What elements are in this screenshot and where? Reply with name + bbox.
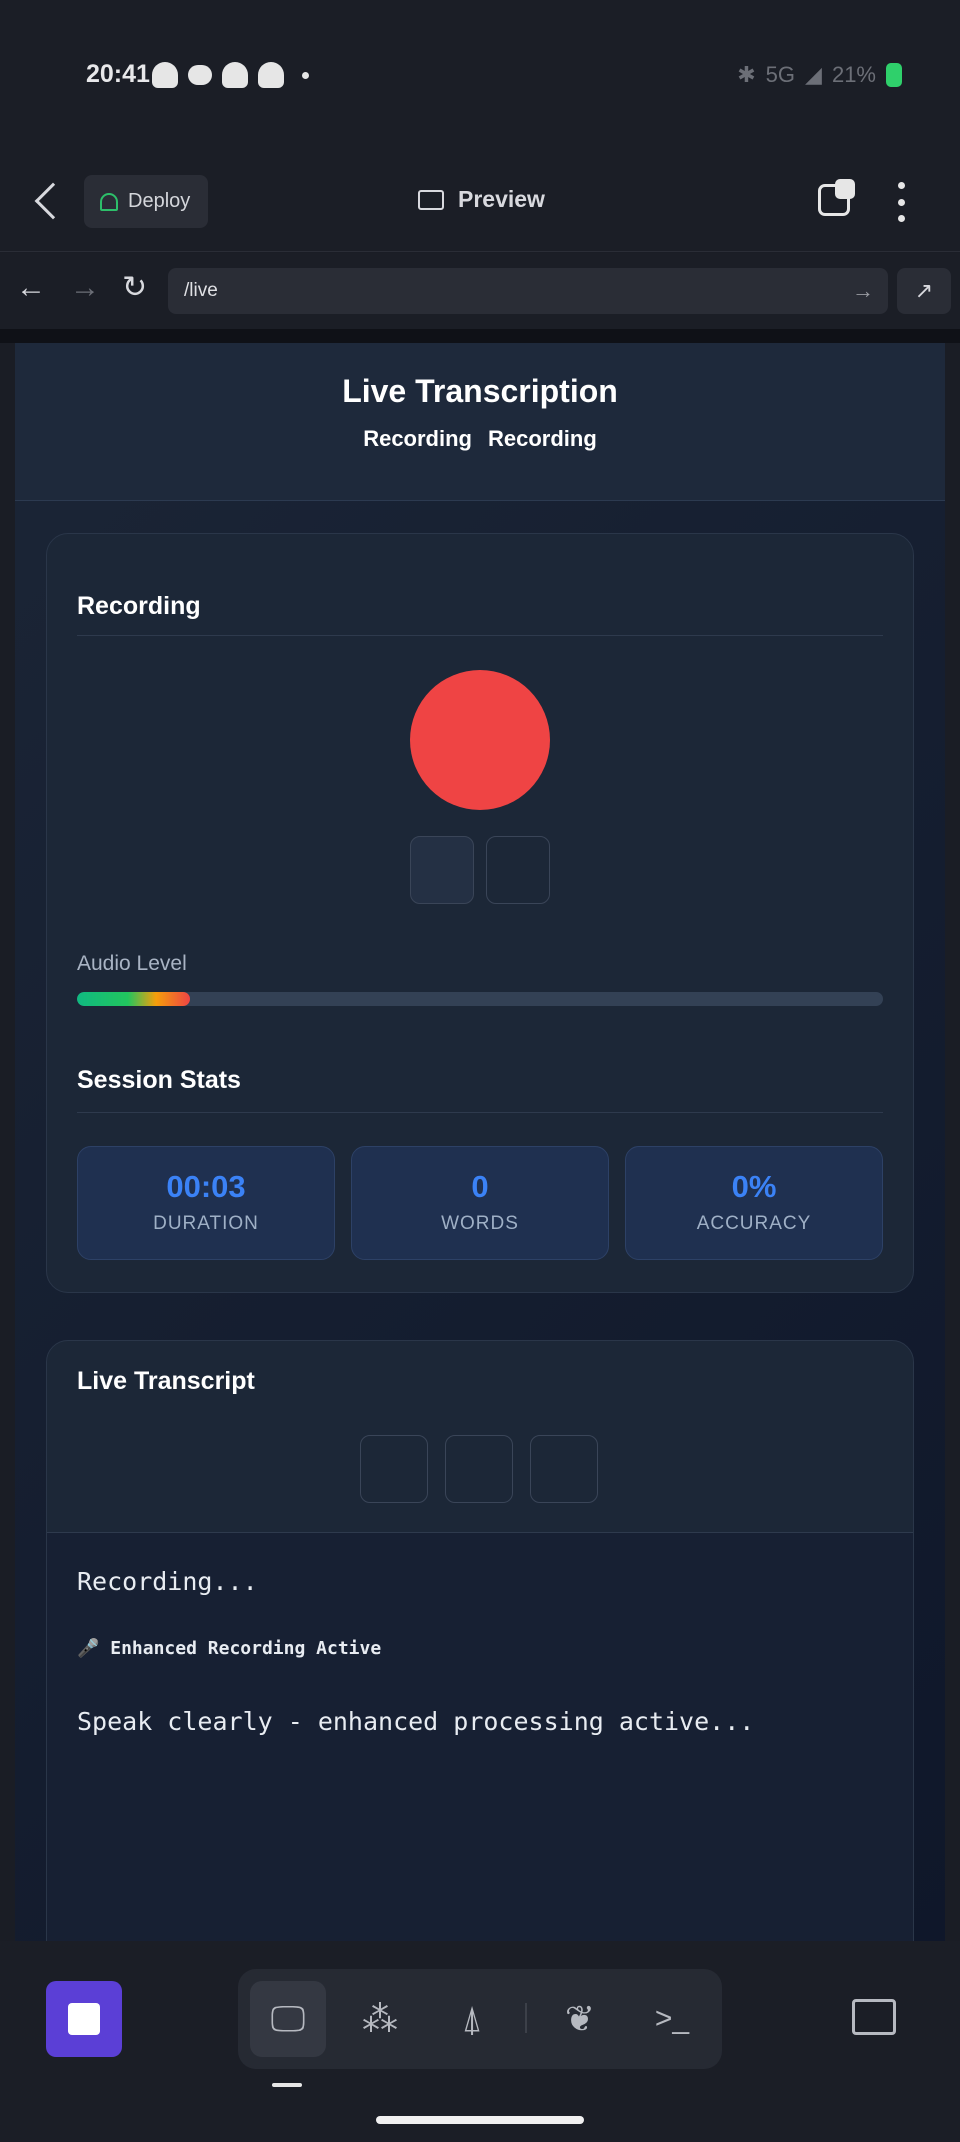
stat-label: ACCURACY [696,1213,812,1234]
stop-icon[interactable] [46,1981,122,2057]
header-status: Recording Recording [15,426,945,452]
transcript-body: Recording... 🎤 Enhanced Recording Active… [47,1533,913,1941]
stat-words: 0 WORDS [351,1146,609,1260]
deploy-button[interactable]: Deploy [84,175,208,228]
download-button[interactable] [445,1435,513,1503]
go-icon[interactable]: → [852,278,874,304]
message-icon [188,65,212,85]
status-badge: Recording [488,426,597,451]
bluetooth-icon: ✱ [737,62,756,87]
recording-card: Recording Audio Level Session Stats 00:0… [46,533,914,1293]
url-input[interactable]: /live → [168,268,888,314]
audio-level-label: Audio Level [77,952,187,975]
deploy-label: Deploy [128,190,191,212]
stat-value: 00:03 [166,1169,246,1204]
status-badge: Recording [363,426,472,451]
stat-label: WORDS [441,1213,519,1234]
external-link-icon[interactable]: ↗ [897,268,951,314]
url-text: /live [184,280,218,301]
deploy-dock-icon[interactable]: ⍋ [434,1981,510,2057]
stat-value: 0% [731,1169,777,1204]
stop-button[interactable] [486,836,550,904]
network-label: 5G [765,62,796,87]
clear-button[interactable] [530,1435,598,1503]
stat-value: 0 [471,1169,489,1204]
status-time: 20:41 [86,60,150,88]
page-header: Live Transcription Recording Recording [15,343,945,501]
divider [77,1112,883,1113]
divider [77,635,883,636]
more-icon[interactable] [898,182,906,222]
battery-percent: 21% [831,62,876,87]
preview-tab[interactable]: Preview [418,186,545,213]
stat-duration: 00:03 DURATION [77,1146,335,1260]
notification-icons [152,62,309,88]
battery-icon [886,63,902,87]
record-button[interactable] [410,670,550,810]
tabs-icon[interactable] [818,179,855,216]
transcript-status: Recording... [77,1567,258,1596]
active-indicator [272,2083,302,2087]
snapchat-icon [152,62,178,88]
shell-icon[interactable]: ❦ [542,1981,618,2057]
app-toolbar: Deploy Preview [0,150,960,252]
recording-title: Recording [77,592,201,620]
dock: 🖵 ⁂ ⍋ ❦ >_ [238,1969,722,2069]
snapchat-icon [222,62,248,88]
divider [0,329,960,343]
pause-button[interactable] [410,836,474,904]
signal-icon: ◢ [805,62,822,87]
back-arrow-icon[interactable]: ← [16,273,46,303]
gallery-icon[interactable]: ⁂ [342,1981,418,2057]
web-page: Live Transcription Recording Recording R… [15,343,945,1941]
status-bar: 20:41 ✱ 5G ◢ 21% [0,0,960,150]
url-bar: ← → ↻ /live → ↗ [0,253,960,329]
transcript-card: Live Transcript Recording... 🎤 Enhanced … [46,1340,914,1941]
bottom-bar: 🖵 ⁂ ⍋ ❦ >_ [0,1941,960,2142]
panel-icon[interactable] [852,1999,896,2035]
preview-label: Preview [458,186,545,212]
session-stats: 00:03 DURATION 0 WORDS 0% ACCURACY [77,1146,883,1260]
stat-label: DURATION [153,1213,259,1234]
session-stats-title: Session Stats [77,1066,241,1094]
page-title: Live Transcription [342,373,618,409]
terminal-icon[interactable]: >_ [634,1981,710,2057]
system-icons: ✱ 5G ◢ 21% [737,62,902,88]
audio-level-fill [77,992,190,1006]
back-icon[interactable] [34,182,72,220]
snapchat-icon [258,62,284,88]
enhanced-indicator: 🎤 Enhanced Recording Active [77,1638,382,1659]
copy-button[interactable] [360,1435,428,1503]
forward-icon[interactable]: → [70,273,100,303]
transcript-hint: Speak clearly - enhanced processing acti… [77,1707,755,1736]
preview-icon[interactable]: 🖵 [250,1981,326,2057]
audio-level-meter [77,992,883,1006]
stat-accuracy: 0% ACCURACY [625,1146,883,1260]
deploy-icon [100,192,118,211]
divider [525,2003,527,2033]
transcript-title: Live Transcript [77,1367,255,1395]
reload-icon[interactable]: ↻ [122,273,147,303]
home-indicator[interactable] [376,2116,584,2124]
transcript-header: Live Transcript [47,1341,913,1533]
monitor-icon [418,189,444,210]
more-notifications-dot [302,71,309,79]
